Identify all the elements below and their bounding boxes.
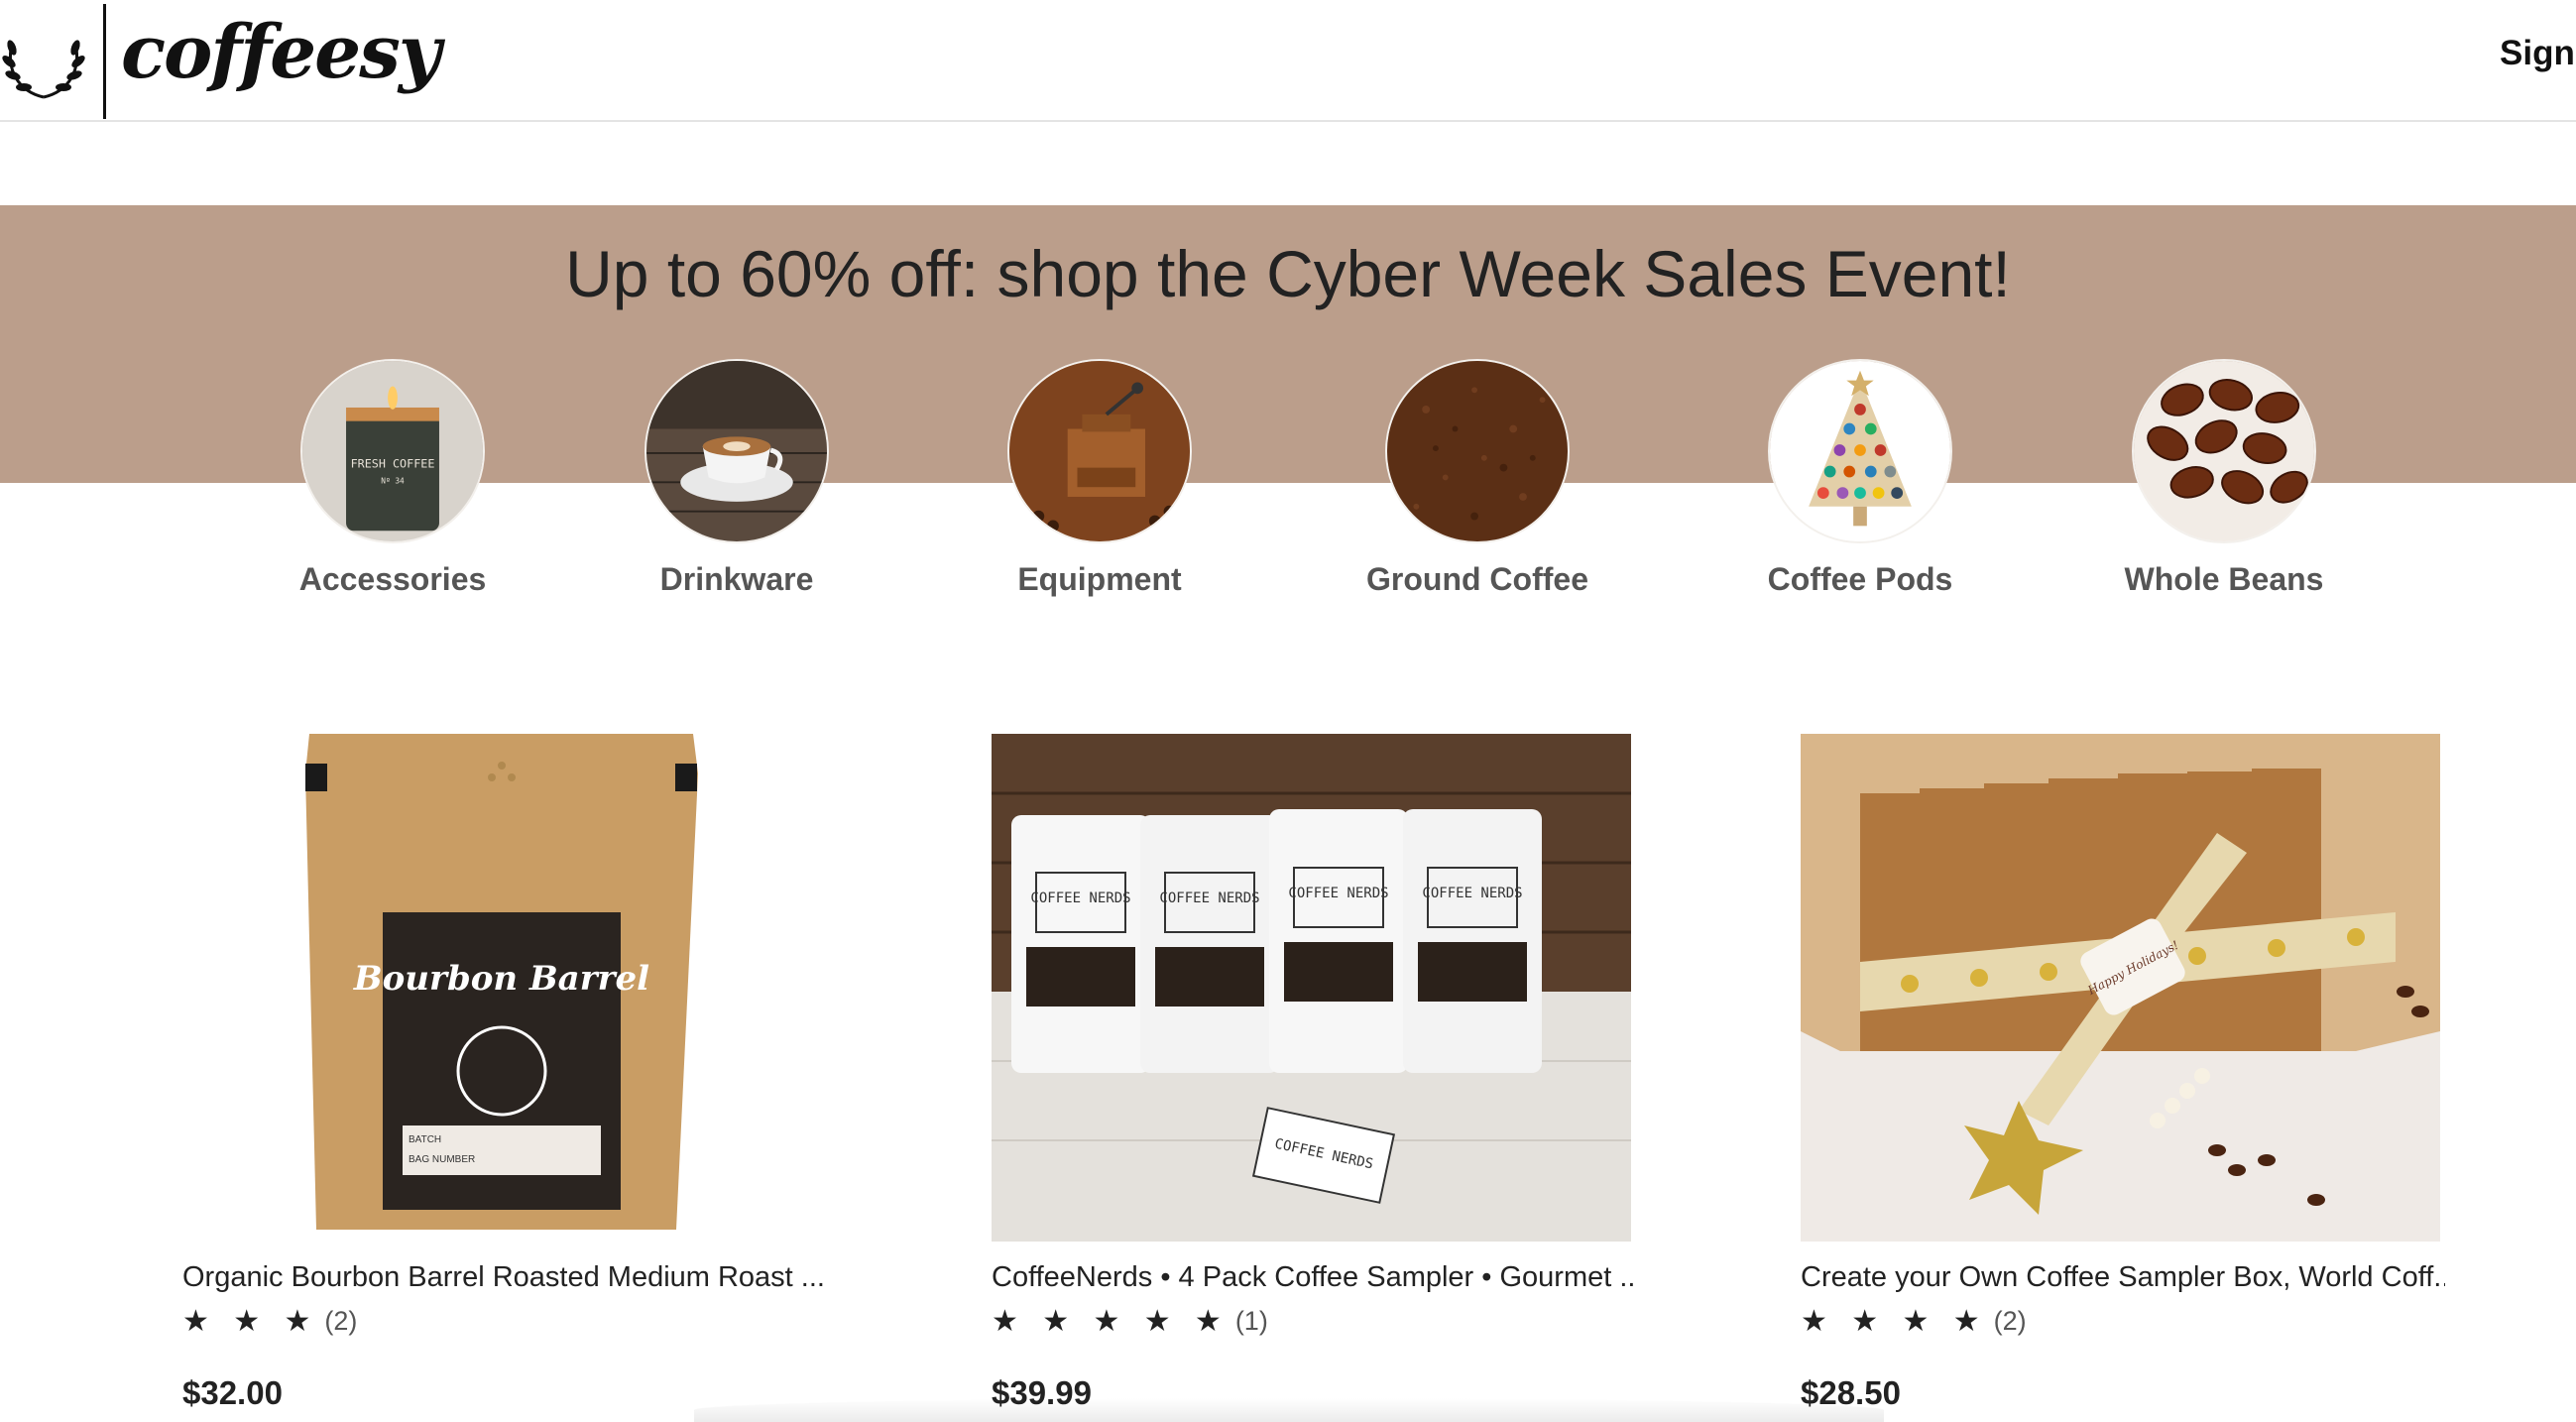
svg-text:FRESH COFFEE: FRESH COFFEE bbox=[351, 457, 435, 471]
laurel-wreath-icon[interactable] bbox=[0, 18, 87, 105]
product-rating: ★ ★ ★ ★ (2) bbox=[1801, 1304, 2445, 1339]
svg-text:COFFEE NERDS: COFFEE NERDS bbox=[1288, 886, 1388, 901]
coffee-beans-image[interactable] bbox=[2132, 359, 2316, 543]
category-coffee-pods[interactable]: Coffee Pods bbox=[1672, 359, 2049, 598]
pod-tree-image[interactable] bbox=[1768, 359, 1952, 543]
product-card[interactable]: Bourbon Barrel BATCH BAG NUMBER Organic … bbox=[182, 734, 827, 1412]
ground-coffee-image[interactable] bbox=[1385, 359, 1570, 543]
svg-text:BAG NUMBER: BAG NUMBER bbox=[409, 1154, 475, 1165]
category-label: Accessories bbox=[298, 561, 487, 597]
review-count: (2) bbox=[324, 1306, 358, 1336]
review-count: (1) bbox=[1234, 1306, 1268, 1336]
candle-jar-image[interactable]: FRESH COFFEE Nº 34 bbox=[300, 359, 485, 543]
top-navigation-bar: coffeesy Sign I bbox=[0, 0, 2576, 122]
product-image[interactable]: Bourbon Barrel BATCH BAG NUMBER bbox=[182, 734, 822, 1242]
star-rating-icon: ★ ★ ★ ★ bbox=[1801, 1305, 1988, 1338]
category-label: Whole Beans bbox=[2124, 561, 2324, 597]
product-title[interactable]: Create your Own Coffee Sampler Box, Worl… bbox=[1801, 1261, 2445, 1294]
review-count: (2) bbox=[1993, 1306, 2027, 1336]
category-accessories[interactable]: FRESH COFFEE Nº 34 Accessories bbox=[204, 359, 581, 598]
product-image[interactable]: Happy Holidays! bbox=[1801, 734, 2440, 1242]
product-title[interactable]: CoffeeNerds • 4 Pack Coffee Sampler • Go… bbox=[992, 1261, 1636, 1294]
product-price: $28.50 bbox=[1801, 1374, 1901, 1411]
product-rating: ★ ★ ★ (2) bbox=[182, 1304, 827, 1339]
svg-text:Bourbon Barrel: Bourbon Barrel bbox=[353, 959, 649, 999]
star-rating-icon: ★ ★ ★ bbox=[182, 1305, 319, 1338]
category-equipment[interactable]: Equipment bbox=[911, 359, 1288, 598]
category-ground-coffee[interactable]: Ground Coffee bbox=[1289, 359, 1666, 598]
product-title[interactable]: Organic Bourbon Barrel Roasted Medium Ro… bbox=[182, 1261, 827, 1294]
logo-divider bbox=[103, 4, 106, 119]
category-whole-beans[interactable]: Whole Beans bbox=[2036, 359, 2412, 598]
category-label: Coffee Pods bbox=[1767, 561, 1953, 597]
coffee-grinder-image[interactable] bbox=[1007, 359, 1192, 543]
site-logo[interactable]: coffeesy bbox=[121, 10, 441, 95]
product-image[interactable]: COFFEE NERDS COFFEE NERDS COFFEE NERDS C… bbox=[992, 734, 1631, 1242]
product-rating: ★ ★ ★ ★ ★ (1) bbox=[992, 1304, 1636, 1339]
promo-banner-title[interactable]: Up to 60% off: shop the Cyber Week Sales… bbox=[0, 236, 2576, 311]
category-label: Ground Coffee bbox=[1366, 561, 1588, 597]
category-label: Equipment bbox=[1017, 561, 1182, 597]
svg-text:COFFEE NERDS: COFFEE NERDS bbox=[1030, 890, 1130, 906]
svg-text:BATCH: BATCH bbox=[409, 1134, 441, 1145]
product-card[interactable]: Happy Holidays! Create your Own Coffee S… bbox=[1801, 734, 2445, 1412]
sign-in-link[interactable]: Sign I bbox=[2500, 34, 2576, 73]
svg-text:COFFEE NERDS: COFFEE NERDS bbox=[1422, 886, 1522, 901]
coffee-cup-image[interactable] bbox=[644, 359, 829, 543]
category-drinkware[interactable]: Drinkware bbox=[548, 359, 925, 598]
svg-text:COFFEE NERDS: COFFEE NERDS bbox=[1159, 890, 1259, 906]
product-card[interactable]: COFFEE NERDS COFFEE NERDS COFFEE NERDS C… bbox=[992, 734, 1636, 1412]
svg-text:Nº 34: Nº 34 bbox=[381, 476, 405, 485]
star-rating-icon: ★ ★ ★ ★ ★ bbox=[992, 1305, 1229, 1338]
category-label: Drinkware bbox=[659, 561, 814, 597]
scroll-shadow bbox=[694, 1398, 1884, 1422]
